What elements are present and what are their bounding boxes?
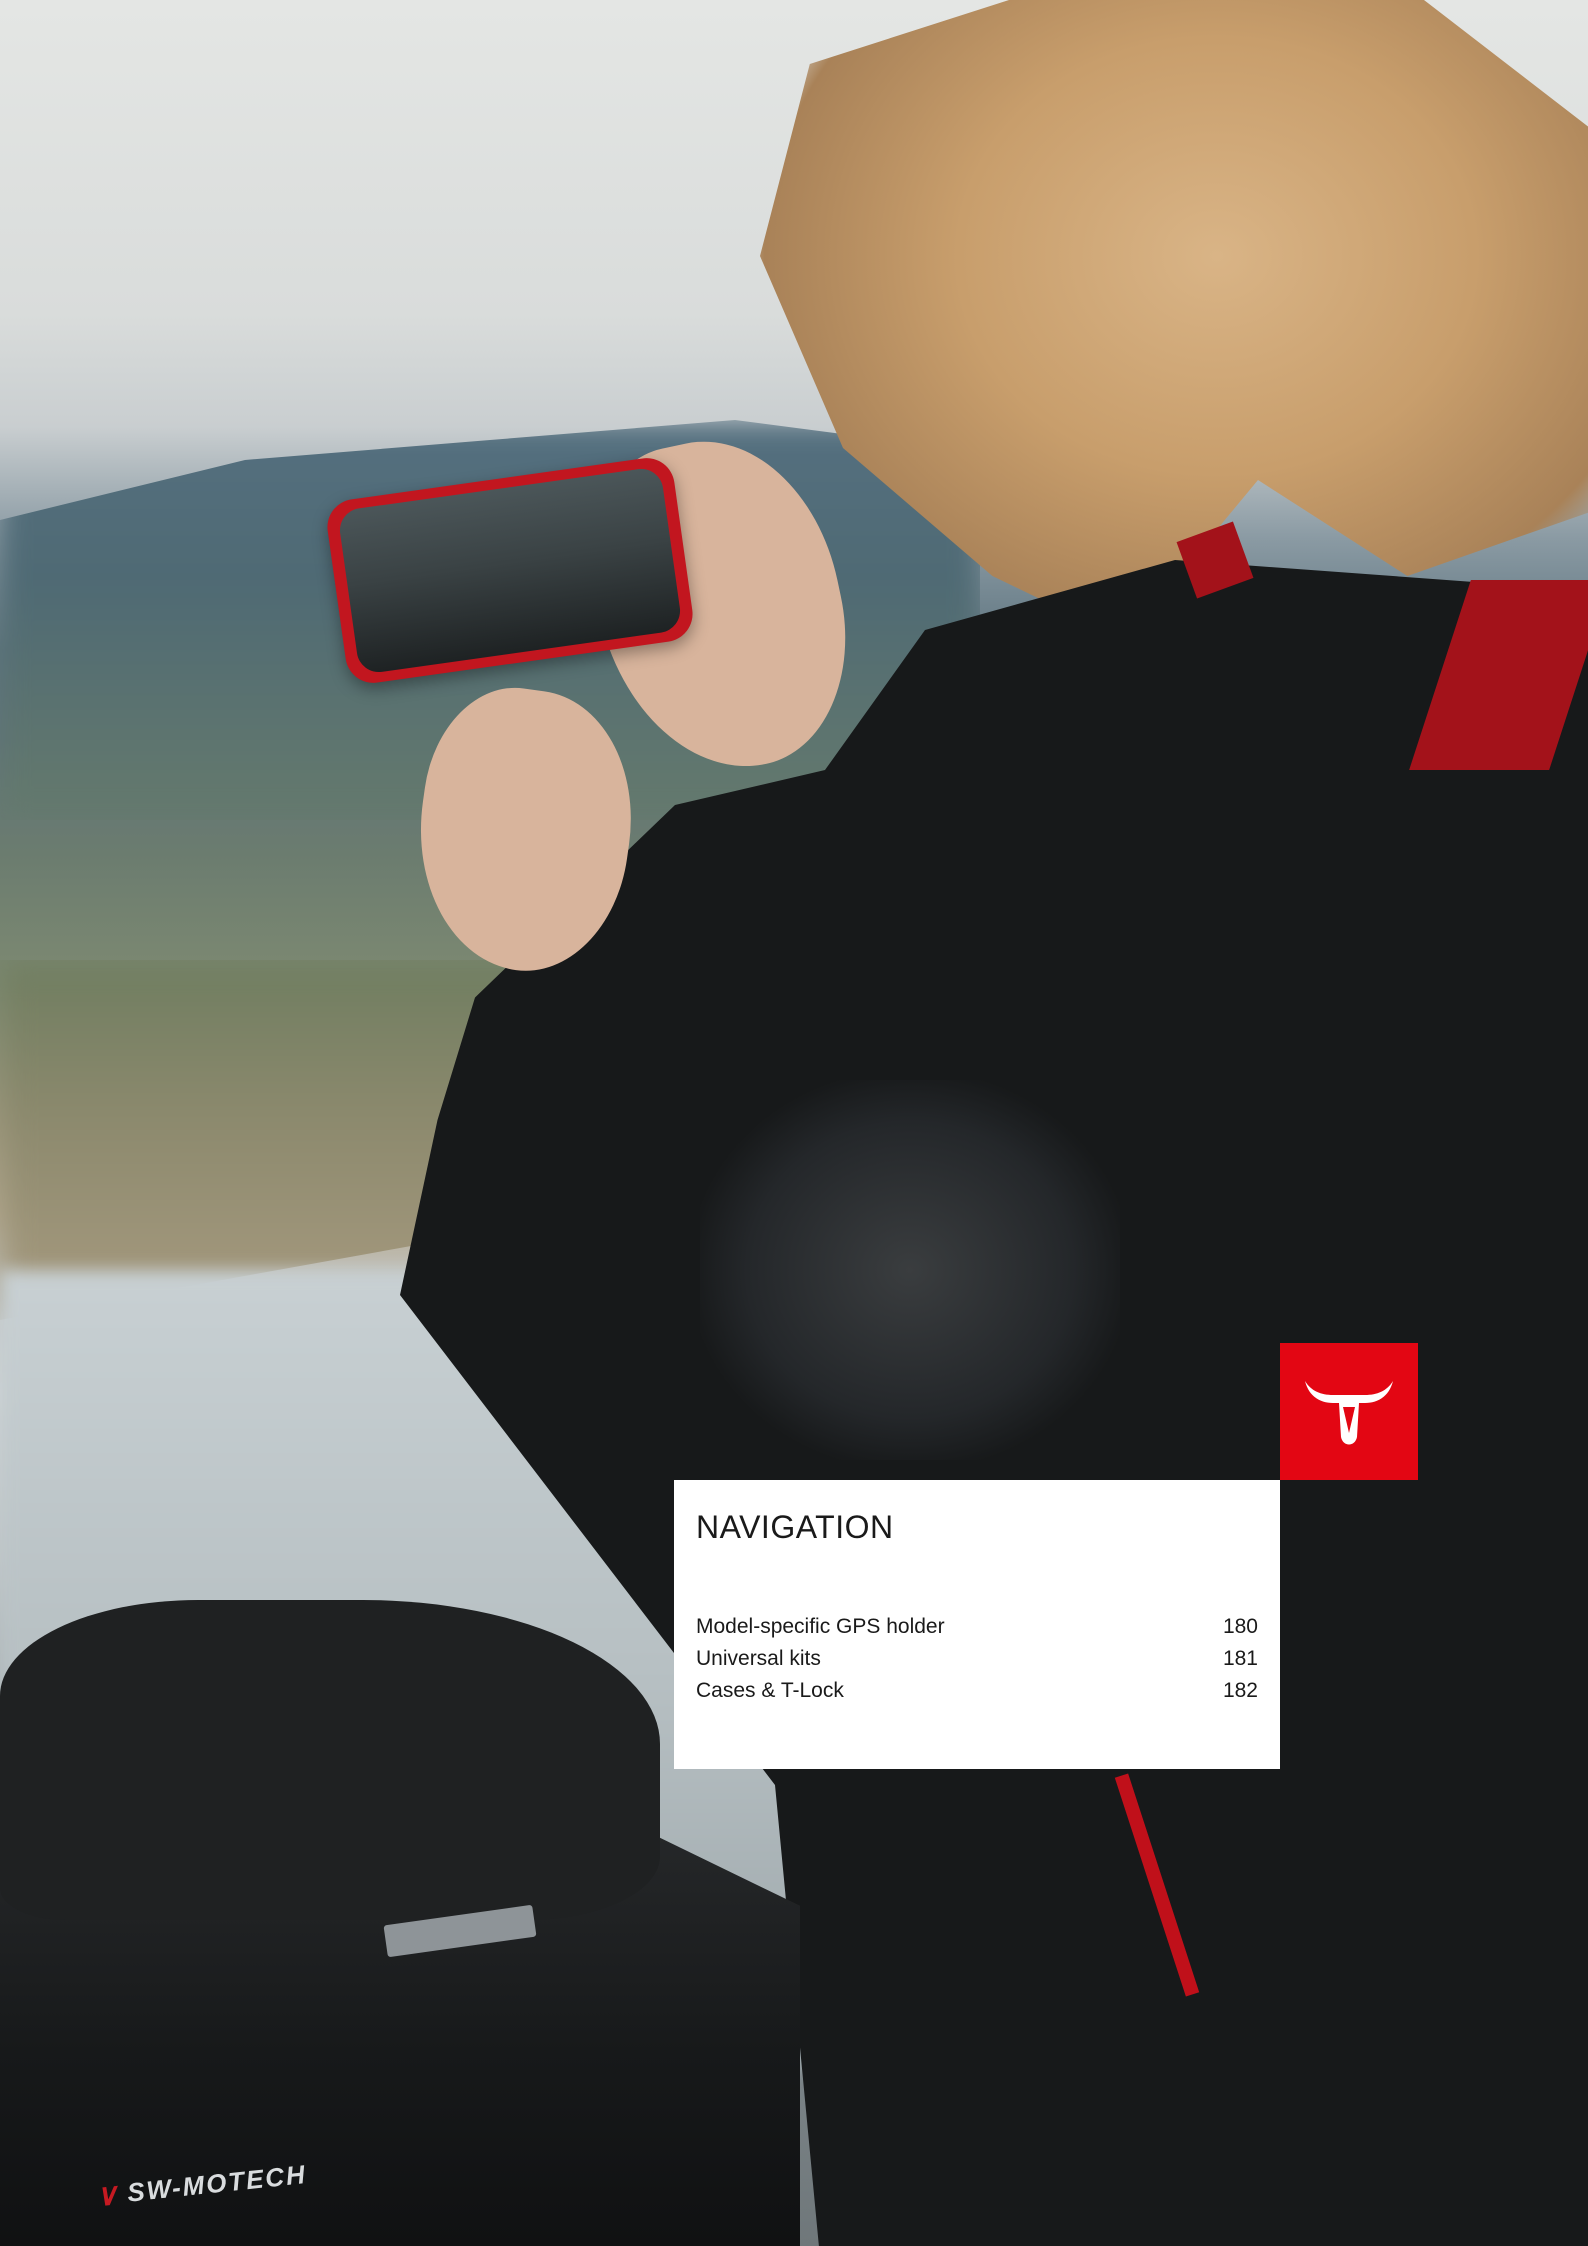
bull-head-icon <box>1305 1380 1393 1444</box>
toc-entry[interactable]: Universal kits 181 <box>696 1643 1258 1675</box>
smartphone-screen <box>337 466 683 675</box>
toc-entry[interactable]: Model-specific GPS holder 180 <box>696 1611 1258 1643</box>
toc-entry[interactable]: Cases & T-Lock 182 <box>696 1675 1258 1707</box>
toc-entry-label: Universal kits <box>696 1647 821 1671</box>
toc-entry-label: Model-specific GPS holder <box>696 1615 945 1639</box>
background-photo: ∨ SW-MOTECH <box>0 0 1588 2246</box>
brand-logo-badge <box>1280 1343 1418 1480</box>
table-of-contents: Model-specific GPS holder 180 Universal … <box>696 1611 1258 1707</box>
catalog-page: ∨ SW-MOTECH NAVIGATION Model-specific GP… <box>0 0 1588 2246</box>
section-index-panel: NAVIGATION Model-specific GPS holder 180… <box>674 1480 1280 1769</box>
toc-entry-page: 181 <box>1222 1647 1258 1671</box>
toc-entry-page: 182 <box>1222 1679 1258 1703</box>
bull-head-icon: ∨ <box>93 2177 122 2214</box>
riding-gloves <box>0 1600 660 1920</box>
toc-entry-page: 180 <box>1222 1615 1258 1639</box>
toc-entry-label: Cases & T-Lock <box>696 1679 844 1703</box>
section-title: NAVIGATION <box>696 1509 894 1545</box>
jacket-sleeve-shading <box>700 1080 1120 1460</box>
